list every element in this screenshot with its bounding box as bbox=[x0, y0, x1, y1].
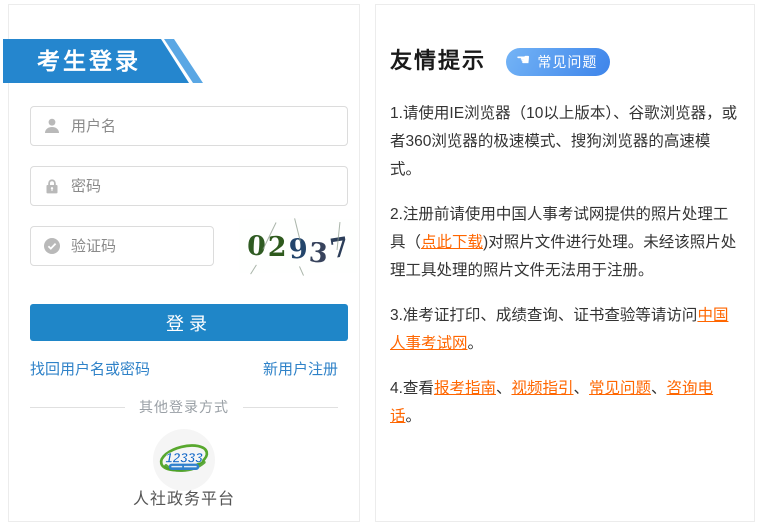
forgot-credentials-link[interactable]: 找回用户名或密码 bbox=[30, 358, 150, 379]
tip-4: 4.查看报考指南、视频指引、常见问题、咨询电话。 bbox=[390, 375, 740, 431]
tips-list: 1.请使用IE浏览器（10以上版本）、谷歌浏览器，或者360浏览器的极速模式、搜… bbox=[390, 100, 740, 431]
tip-text: 3.准考证打印、成绩查询、证书查验等请访问 bbox=[390, 307, 697, 324]
captcha-image[interactable]: 0 2 9 3 7 bbox=[239, 219, 357, 273]
tip-2: 2.注册前请使用中国人事考试网提供的照片处理工具（点此下载)对照片文件进行处理。… bbox=[390, 201, 740, 285]
login-header-ribbon: 考生登录 bbox=[3, 39, 205, 83]
captcha-noise-line bbox=[299, 266, 304, 276]
exam-guide-link[interactable]: 报考指南 bbox=[434, 380, 496, 397]
captcha-input[interactable] bbox=[71, 238, 203, 255]
captcha-field bbox=[30, 226, 214, 266]
other-login-divider: 其他登录方式 bbox=[30, 397, 338, 417]
captcha-digit: 3 bbox=[308, 237, 329, 269]
tip-3: 3.准考证打印、成绩查询、证书查验等请访问中国人事考试网。 bbox=[390, 302, 740, 358]
lock-icon bbox=[43, 177, 61, 195]
password-field bbox=[30, 166, 348, 206]
register-link[interactable]: 新用户注册 bbox=[263, 358, 338, 379]
login-panel-title: 考生登录 bbox=[37, 39, 141, 83]
captcha-noise-line bbox=[250, 265, 257, 275]
platform-label: 人社政务平台 bbox=[9, 485, 359, 509]
tip-1: 1.请使用IE浏览器（10以上版本）、谷歌浏览器，或者360浏览器的极速模式、搜… bbox=[390, 100, 740, 184]
tip-text: 、 bbox=[573, 380, 589, 397]
faq-button[interactable]: ☚ 常见问题 bbox=[506, 48, 610, 76]
captcha-digit: 2 bbox=[268, 232, 287, 263]
username-input[interactable] bbox=[71, 118, 337, 135]
password-input[interactable] bbox=[71, 178, 337, 195]
tips-panel: 友情提示 ☚ 常见问题 1.请使用IE浏览器（10以上版本）、谷歌浏览器，或者3… bbox=[375, 4, 755, 522]
tips-header: 友情提示 ☚ 常见问题 bbox=[390, 45, 740, 79]
tip-text: 。 bbox=[468, 335, 484, 352]
tip-text: 。 bbox=[406, 408, 422, 425]
tip-text: 4.查看 bbox=[390, 380, 434, 397]
other-login-label: 其他登录方式 bbox=[139, 397, 229, 417]
logo-number: 12333 bbox=[165, 450, 203, 465]
faq-link[interactable]: 常见问题 bbox=[589, 380, 651, 397]
12333-logo-icon: 12333 bbox=[157, 438, 211, 483]
shebao-12333-logo[interactable]: 12333 bbox=[153, 429, 215, 491]
tip-text: 、 bbox=[651, 380, 667, 397]
captcha-digit: 7 bbox=[328, 231, 351, 265]
login-button[interactable]: 登录 bbox=[30, 304, 348, 341]
user-icon bbox=[43, 117, 61, 135]
login-panel: 考生登录 bbox=[8, 4, 360, 522]
pointing-hand-icon: ☚ bbox=[516, 53, 531, 69]
tip-text: 、 bbox=[496, 380, 512, 397]
download-photo-tool-link[interactable]: 点此下载 bbox=[421, 234, 483, 251]
shield-check-icon bbox=[43, 237, 61, 255]
username-field bbox=[30, 106, 348, 146]
video-guide-link[interactable]: 视频指引 bbox=[511, 380, 573, 397]
login-links-row: 找回用户名或密码 新用户注册 bbox=[30, 358, 338, 379]
faq-button-label: 常见问题 bbox=[537, 52, 597, 72]
tip-text: 1.请使用IE浏览器（10以上版本）、谷歌浏览器，或者360浏览器的极速模式、搜… bbox=[390, 105, 737, 178]
